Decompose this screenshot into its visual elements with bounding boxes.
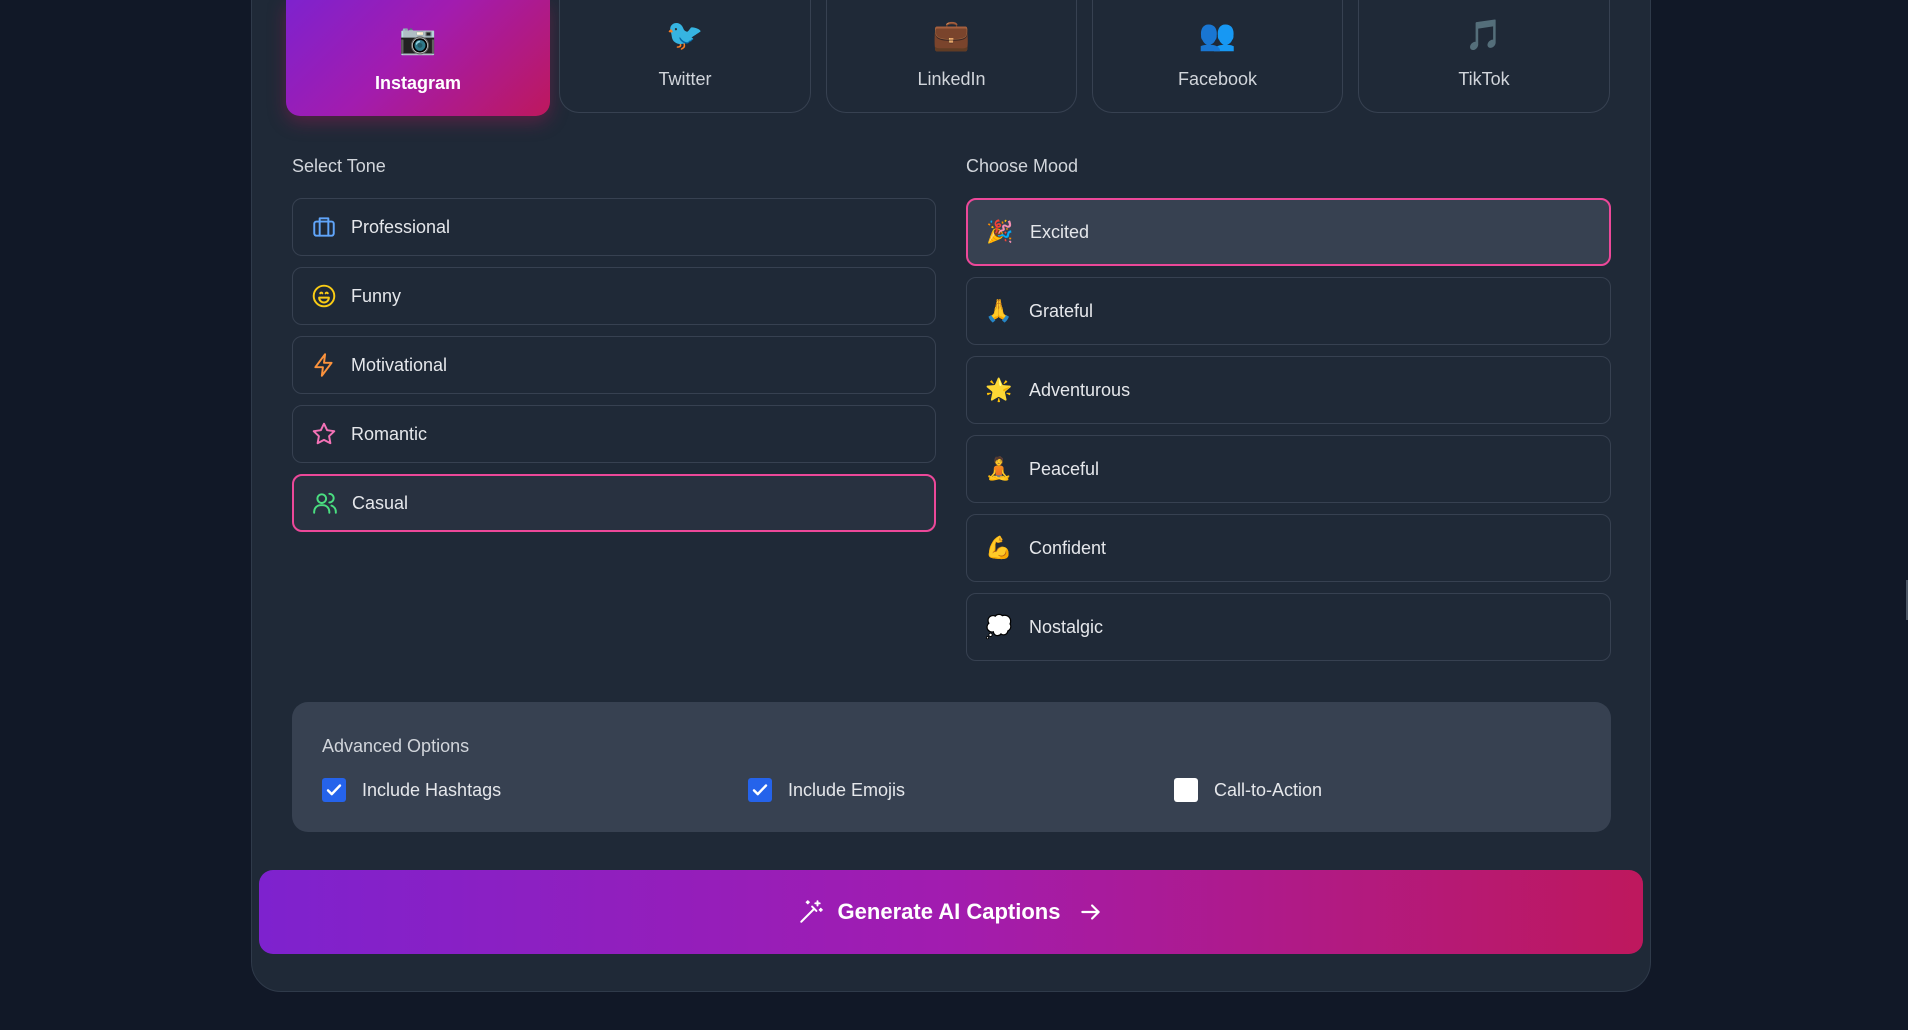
platform-label: Instagram <box>374 73 462 93</box>
bird-icon: 🐦 <box>666 19 704 52</box>
lightning-icon <box>314 353 333 377</box>
advanced-options-title: Advanced Options <box>322 736 470 756</box>
call-to-action-label: Call-to-Action <box>1214 779 1323 800</box>
tone-section-title: Select Tone <box>292 156 386 176</box>
meditation-icon: 🧘 <box>985 456 1013 481</box>
generate-button-label: Generate AI Captions <box>837 899 1061 924</box>
generate-captions-button[interactable]: Generate AI Captions <box>259 870 1643 954</box>
mood-peaceful[interactable]: 🧘 Peaceful <box>966 435 1611 503</box>
mood-label: Confident <box>1029 537 1107 558</box>
mood-label: Peaceful <box>1029 458 1100 479</box>
star-icon: 🌟 <box>985 377 1013 402</box>
laugh-icon <box>312 284 336 308</box>
mood-label: Grateful <box>1029 300 1094 321</box>
include-hashtags-label: Include Hashtags <box>362 779 502 800</box>
praying-hands-icon: 🙏 <box>985 298 1013 323</box>
include-emojis-label: Include Emojis <box>788 779 906 800</box>
platform-facebook[interactable]: 👥 Facebook <box>1092 0 1343 113</box>
mood-grateful[interactable]: 🙏 Grateful <box>966 277 1611 345</box>
platform-twitter[interactable]: 🐦 Twitter <box>559 0 811 113</box>
arrow-right-icon <box>1081 904 1101 920</box>
platform-label: LinkedIn <box>917 69 986 89</box>
platform-instagram[interactable]: 📷 Instagram <box>286 0 550 116</box>
advanced-options-panel: Advanced Options Include Hashtags Includ… <box>292 702 1611 832</box>
mood-confident[interactable]: 💪 Confident <box>966 514 1611 582</box>
platform-label: Facebook <box>1177 69 1258 89</box>
thought-bubble-icon: 💭 <box>985 614 1013 639</box>
include-emojis-option[interactable]: Include Emojis <box>748 778 905 802</box>
platform-label: Twitter <box>658 69 712 89</box>
include-hashtags-option[interactable]: Include Hashtags <box>322 778 501 802</box>
tone-label: Casual <box>352 492 409 513</box>
mood-nostalgic[interactable]: 💭 Nostalgic <box>966 593 1611 661</box>
platform-label: TikTok <box>1458 69 1510 89</box>
mood-label: Nostalgic <box>1029 616 1104 637</box>
tone-casual[interactable]: Casual <box>292 474 936 532</box>
checkmark-icon <box>752 784 768 796</box>
mood-label: Excited <box>1030 221 1090 242</box>
tone-romantic[interactable]: Romantic <box>292 405 936 463</box>
briefcase-icon: 💼 <box>932 19 971 52</box>
magic-wand-icon <box>799 900 823 923</box>
include-emojis-checkbox[interactable] <box>748 778 772 802</box>
flexed-bicep-icon: 💪 <box>985 535 1013 560</box>
tone-label: Romantic <box>351 423 428 444</box>
briefcase-icon <box>313 217 335 237</box>
tone-label: Motivational <box>351 354 448 375</box>
users-icon <box>313 492 337 514</box>
star-icon <box>312 422 336 445</box>
platform-tiktok[interactable]: 🎵 TikTok <box>1358 0 1610 113</box>
call-to-action-checkbox[interactable] <box>1174 778 1198 802</box>
tone-label: Funny <box>351 285 402 306</box>
camera-icon: 📷 <box>399 23 437 56</box>
platform-linkedin[interactable]: 💼 LinkedIn <box>826 0 1077 113</box>
checkmark-icon <box>326 784 342 796</box>
mood-section-title: Choose Mood <box>966 156 1079 176</box>
people-icon: 👥 <box>1198 19 1237 52</box>
include-hashtags-checkbox[interactable] <box>322 778 346 802</box>
tone-professional[interactable]: Professional <box>292 198 936 256</box>
mood-label: Adventurous <box>1029 379 1131 400</box>
party-popper-icon: 🎉 <box>986 219 1014 244</box>
mood-adventurous[interactable]: 🌟 Adventurous <box>966 356 1611 424</box>
tone-label: Professional <box>351 216 451 237</box>
mood-excited[interactable]: 🎉 Excited <box>966 198 1611 266</box>
tone-funny[interactable]: Funny <box>292 267 936 325</box>
call-to-action-option[interactable]: Call-to-Action <box>1174 778 1322 802</box>
tone-motivational[interactable]: Motivational <box>292 336 936 394</box>
music-note-icon: 🎵 <box>1465 19 1503 52</box>
